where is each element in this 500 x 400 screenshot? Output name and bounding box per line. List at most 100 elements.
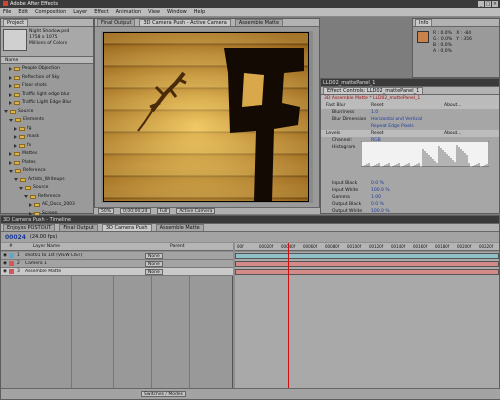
effect-property-value[interactable]: 1.0	[371, 109, 441, 116]
collapse-triangle-icon[interactable]	[9, 101, 12, 106]
effect-property-row[interactable]: Blur Dimension Horizontal and Vertical	[321, 116, 499, 123]
project-tree-item[interactable]: AE_Docs_2003	[2, 201, 93, 210]
menu-composition[interactable]: Composition	[35, 9, 66, 15]
project-tree-item[interactable]: Elements	[2, 116, 93, 125]
visibility-eye-icon[interactable]: ◉	[1, 269, 9, 274]
reset-link[interactable]: Reset	[371, 130, 441, 137]
project-tree-item[interactable]: Source	[2, 108, 93, 117]
reset-link[interactable]: Reset	[371, 102, 441, 109]
parent-select[interactable]: None	[145, 268, 163, 275]
label-color-swatch[interactable]	[9, 269, 14, 274]
label-color-swatch[interactable]	[9, 253, 14, 258]
project-tree-item[interactable]: People Objection	[2, 65, 93, 74]
effect-header-row[interactable]: Levels Reset About...	[321, 130, 499, 137]
effect-header-row[interactable]: Fast Blur Reset About...	[321, 102, 499, 109]
effect-property-value[interactable]: 0.0 %	[371, 180, 441, 187]
zoom-select[interactable]: 50%	[98, 208, 115, 214]
effect-property-value[interactable]: 100.0 %	[371, 208, 441, 215]
layer-duration-bar[interactable]	[235, 261, 499, 267]
collapse-triangle-icon[interactable]	[29, 203, 32, 208]
project-tree-item[interactable]: Traffic Light Edge Blur	[2, 99, 93, 108]
effect-property-value[interactable]: Repeat Edge Pixels	[371, 123, 441, 130]
tab-assemble-matte[interactable]: Assemble Matte	[234, 19, 284, 26]
collapse-triangle-icon[interactable]	[9, 67, 12, 72]
tab-effect-controls[interactable]: Effect Controls: LLD02_mattePanel_1	[323, 87, 424, 94]
expand-triangle-icon[interactable]	[9, 169, 13, 173]
tab-camera-push-tl[interactable]: 3D Camera Push	[101, 224, 152, 231]
effect-property-row[interactable]: Input White 100.0 %	[321, 187, 499, 194]
tab-info[interactable]: Info	[415, 19, 433, 26]
comp-canvas-area[interactable]	[101, 31, 313, 203]
maximize-button[interactable]: □	[485, 1, 491, 7]
project-tree-item[interactable]: fg	[2, 125, 93, 134]
time-ruler[interactable]: 00f00020f00040f00060f00080f00100f00120f0…	[235, 243, 499, 251]
effect-property-row[interactable]: Gamma 1.00	[321, 194, 499, 201]
visibility-eye-icon[interactable]: ◉	[1, 253, 9, 258]
visibility-eye-icon[interactable]: ◉	[1, 261, 9, 266]
collapse-triangle-icon[interactable]	[9, 84, 12, 89]
close-button[interactable]: ×	[492, 1, 498, 7]
project-tree-item[interactable]: Reference	[2, 193, 93, 202]
switches-modes-toggle[interactable]: Switches / Modes	[141, 391, 186, 397]
project-tree-item[interactable]: mask	[2, 133, 93, 142]
menu-edit[interactable]: Edit	[18, 9, 28, 15]
layer-name[interactable]: shot01 to 1st (VIEW LIST)	[25, 253, 145, 258]
minimize-button[interactable]: _	[478, 1, 484, 7]
timeline-layer-row[interactable]: ◉ 2 Camera 1 None	[1, 260, 233, 268]
effect-property-row[interactable]: Output Black 0.0 %	[321, 201, 499, 208]
expand-triangle-icon[interactable]	[14, 178, 18, 182]
collapse-triangle-icon[interactable]	[9, 92, 12, 97]
layer-name[interactable]: Camera 1	[25, 261, 145, 266]
menu-window[interactable]: Window	[167, 9, 187, 15]
project-tree-item[interactable]: Traffic light edge blur	[2, 91, 93, 100]
tab-assemble-matte-tl[interactable]: Assemble Matte	[155, 224, 204, 231]
effect-property-row[interactable]: Input Black 0.0 %	[321, 180, 499, 187]
collapse-triangle-icon[interactable]	[9, 160, 12, 165]
resolution-select[interactable]: Full	[156, 208, 171, 214]
project-tree-item[interactable]: Artists_Writeups	[2, 176, 93, 185]
effect-property-row[interactable]: Repeat Edge Pixels	[321, 123, 499, 130]
expand-triangle-icon[interactable]	[9, 118, 13, 122]
playhead[interactable]	[287, 243, 289, 388]
collapse-triangle-icon[interactable]	[9, 152, 12, 157]
current-time[interactable]: 00024	[5, 234, 26, 241]
timecode-display[interactable]: 0;00;00;24	[120, 208, 151, 214]
collapse-triangle-icon[interactable]	[14, 126, 17, 131]
tab-final-output-tl[interactable]: Final Output	[59, 224, 98, 231]
tab-final-output[interactable]: Final Output	[97, 19, 136, 26]
effect-property-row[interactable]: Output White 100.0 %	[321, 208, 499, 215]
effect-property-value[interactable]: Horizontal and Vertical	[371, 116, 441, 123]
project-tree-item[interactable]: Floor shots	[2, 82, 93, 91]
about-link[interactable]: About...	[444, 102, 462, 109]
effect-property-value[interactable]: 100.0 %	[371, 187, 441, 194]
parent-select[interactable]: None	[145, 252, 163, 259]
collapse-triangle-icon[interactable]	[9, 75, 12, 80]
expand-triangle-icon[interactable]	[4, 110, 8, 114]
layer-duration-bar[interactable]	[235, 253, 499, 259]
menu-animation[interactable]: Animation	[116, 9, 142, 15]
tab-enjoyss[interactable]: Enjoyss POSTOUT	[3, 224, 56, 231]
parent-select[interactable]: None	[145, 260, 163, 267]
layer-duration-bar[interactable]	[235, 269, 499, 275]
menu-layer[interactable]: Layer	[73, 9, 87, 15]
project-tree-item[interactable]: Reflection of Sky	[2, 74, 93, 83]
layer-name[interactable]: Assemble Matte	[25, 269, 145, 274]
effect-property-value[interactable]: 0.0 %	[371, 201, 441, 208]
menu-file[interactable]: File	[3, 9, 11, 15]
project-tree-item[interactable]: Plates	[2, 159, 93, 168]
project-tree-item[interactable]: Reference	[2, 167, 93, 176]
expand-triangle-icon[interactable]	[19, 186, 23, 190]
about-link[interactable]: About...	[444, 130, 462, 137]
collapse-triangle-icon[interactable]	[14, 135, 17, 140]
timeline-layer-row[interactable]: ◉ 1 shot01 to 1st (VIEW LIST) None	[1, 252, 233, 260]
project-name-header[interactable]: Name	[1, 57, 93, 64]
effect-property-row[interactable]: Blurriness 1.0	[321, 109, 499, 116]
collapse-triangle-icon[interactable]	[14, 143, 17, 148]
menu-help[interactable]: Help	[194, 9, 205, 15]
tab-project[interactable]: Project	[3, 19, 29, 26]
effect-property-value[interactable]: 1.00	[371, 194, 441, 201]
project-tree-item[interactable]: Source	[2, 184, 93, 193]
tab-active-camera[interactable]: 3D Camera Push - Active Camera	[139, 19, 231, 26]
expand-triangle-icon[interactable]	[24, 195, 28, 199]
label-color-swatch[interactable]	[9, 261, 14, 266]
